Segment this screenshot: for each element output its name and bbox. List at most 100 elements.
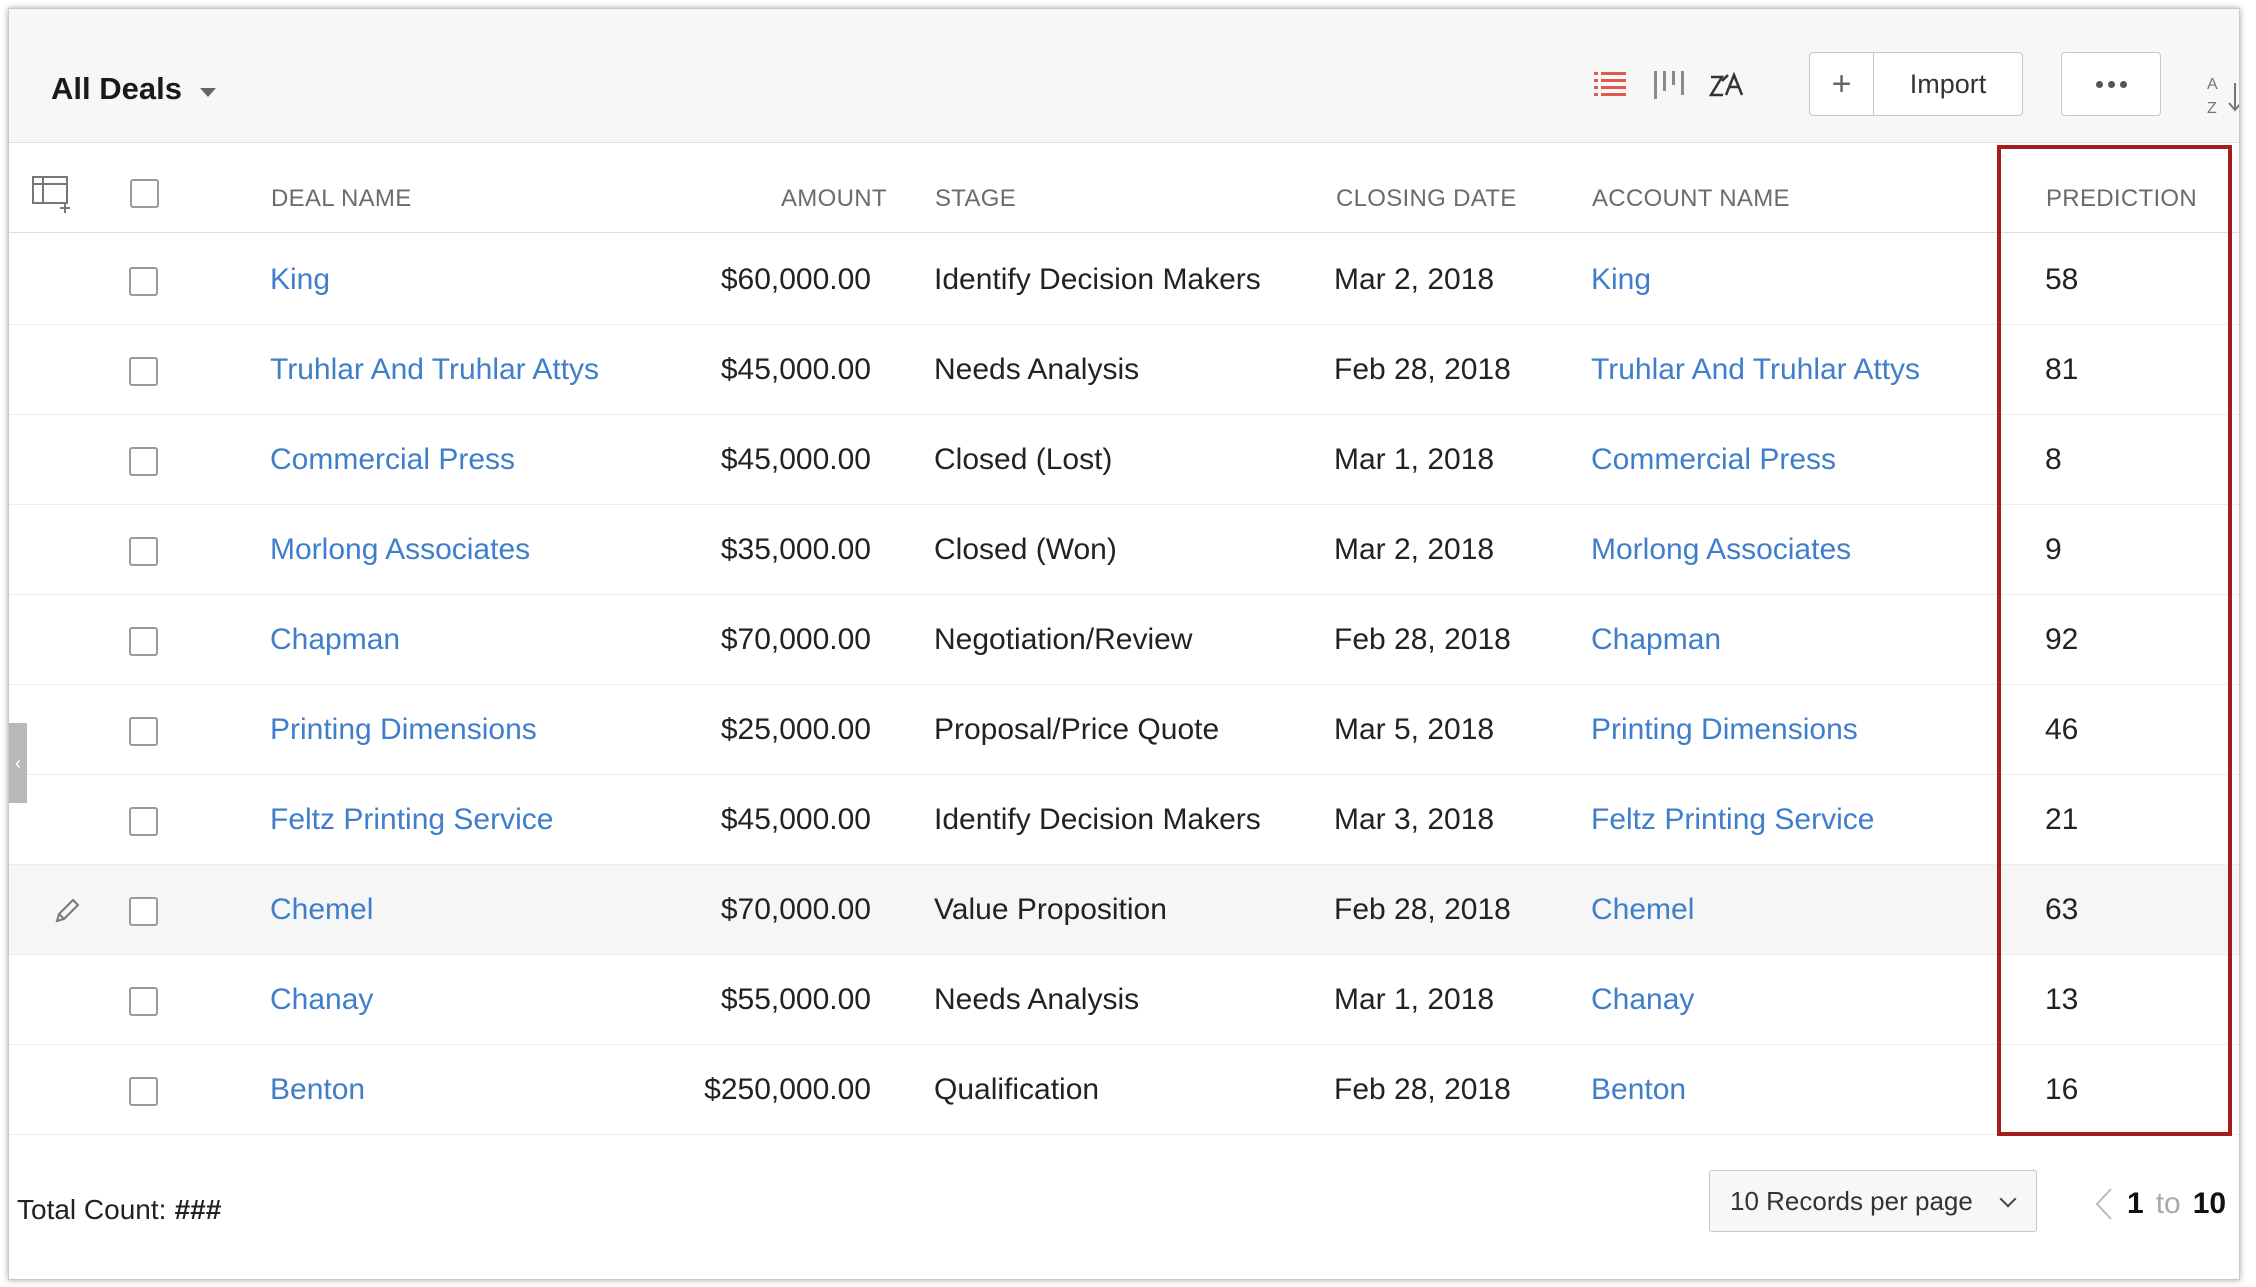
stage-cell: Negotiation/Review	[934, 623, 1193, 656]
amount-cell: $250,000.00	[704, 1073, 871, 1106]
column-settings-icon[interactable]	[31, 173, 75, 213]
more-options-button[interactable]	[2061, 52, 2161, 116]
row-checkbox[interactable]	[129, 807, 158, 836]
stage-cell: Needs Analysis	[934, 353, 1140, 386]
select-all-checkbox[interactable]	[130, 179, 159, 208]
account-name-link[interactable]: King	[1591, 263, 1651, 297]
view-selector-label: All Deals	[51, 71, 182, 106]
deal-name-link[interactable]: King	[270, 263, 330, 297]
row-checkbox[interactable]	[129, 447, 158, 476]
row-checkbox[interactable]	[129, 537, 158, 566]
table-row[interactable]: Morlong Associates $35,000.00 Closed (Won)…	[9, 505, 2239, 595]
row-checkbox[interactable]	[129, 987, 158, 1016]
account-name-link[interactable]: Morlong Associates	[1591, 533, 1851, 567]
deal-name-link[interactable]: Printing Dimensions	[270, 713, 537, 747]
account-name-link[interactable]: Benton	[1591, 1073, 1686, 1107]
stage-cell: Value Proposition	[934, 893, 1167, 926]
closing-date-cell: Mar 1, 2018	[1334, 983, 1495, 1016]
table-row[interactable]: Printing Dimensions $25,000.00 Proposal/Pr…	[9, 685, 2239, 775]
row-checkbox[interactable]	[129, 267, 158, 296]
row-checkbox[interactable]	[129, 627, 158, 656]
amount-cell: $55,000.00	[720, 983, 871, 1016]
import-button[interactable]: Import	[1874, 53, 2022, 115]
closing-date-cell: Feb 28, 2018	[1334, 1073, 1511, 1106]
account-name-link[interactable]: Chapman	[1591, 623, 1721, 657]
deal-name-link[interactable]: Commercial Press	[270, 443, 515, 477]
amount-cell: $70,000.00	[720, 623, 871, 656]
stage-cell: Closed (Won)	[934, 533, 1117, 566]
kanban-view-icon[interactable]	[1650, 67, 1686, 103]
svg-text:Z: Z	[2207, 100, 2217, 117]
deal-name-link[interactable]: Benton	[270, 1073, 365, 1107]
chevron-left-icon: ‹	[15, 752, 21, 773]
deal-name-link[interactable]: Chapman	[270, 623, 400, 657]
amount-cell: $45,000.00	[720, 803, 871, 836]
stage-cell: Qualification	[934, 1073, 1100, 1106]
table-row[interactable]: Truhlar And Truhlar Attys $45,000.00 Needs…	[9, 325, 2239, 415]
closing-date-cell: Mar 2, 2018	[1334, 533, 1495, 566]
table-header: DEAL NAME AMOUNT STAGE CLOSING DATE ACCO…	[9, 143, 2239, 233]
table-row[interactable]: Chanay $55,000.00 Needs Analysis Mar 1, 201…	[9, 955, 2239, 1045]
stage-cell: Identify Decision Makers	[934, 803, 1261, 836]
deal-name-link[interactable]: Truhlar And Truhlar Attys	[270, 353, 599, 387]
account-name-link[interactable]: Commercial Press	[1591, 443, 1836, 477]
page-to: 10	[2192, 1187, 2227, 1220]
account-name-link[interactable]: Feltz Printing Service	[1591, 803, 1874, 837]
deal-name-link[interactable]: Feltz Printing Service	[270, 803, 553, 837]
row-checkbox[interactable]	[129, 1077, 158, 1106]
header-amount[interactable]: AMOUNT	[781, 185, 887, 213]
deals-list-window: All Deals + Import A Z DEAL NAME AMOUNT …	[8, 8, 2240, 1280]
table-row[interactable]: Chemel $70,000.00 Value Proposition Feb 28,…	[9, 865, 2239, 955]
closing-date-cell: Feb 28, 2018	[1334, 893, 1511, 926]
row-checkbox[interactable]	[129, 357, 158, 386]
add-deal-button[interactable]: +	[1810, 53, 1874, 115]
view-selector[interactable]: All Deals	[51, 71, 216, 107]
next-page-icon[interactable]	[2238, 1187, 2240, 1221]
records-per-page-value: 10 Records per page	[1730, 1185, 1973, 1216]
table-row[interactable]: Chapman $70,000.00 Negotiation/Review Feb 2…	[9, 595, 2239, 685]
more-dots-icon	[2095, 80, 2103, 88]
edit-pencil-icon[interactable]	[51, 895, 83, 927]
amount-cell: $25,000.00	[720, 713, 871, 746]
account-name-link[interactable]: Printing Dimensions	[1591, 713, 1858, 747]
amount-cell: $60,000.00	[720, 263, 871, 296]
deal-name-link[interactable]: Chemel	[270, 893, 373, 927]
amount-cell: $35,000.00	[720, 533, 871, 566]
sidebar-toggle[interactable]: ‹	[9, 723, 27, 803]
view-switcher	[1592, 67, 1744, 103]
row-checkbox[interactable]	[129, 717, 158, 746]
table-row[interactable]: King $60,000.00 Identify Decision Makers Ma…	[9, 235, 2239, 325]
zia-icon[interactable]	[1708, 67, 1744, 103]
chevron-down-icon	[199, 87, 216, 97]
pagination: 1 to 10	[2093, 1187, 2240, 1221]
stage-cell: Closed (Lost)	[934, 443, 1113, 476]
chevron-down-icon	[1999, 1190, 2017, 1208]
records-per-page-select[interactable]: 10 Records per page	[1709, 1170, 2037, 1232]
total-count: Total Count: ###	[17, 1194, 221, 1226]
list-view-icon[interactable]	[1592, 67, 1628, 103]
amount-cell: $70,000.00	[720, 893, 871, 926]
deal-name-link[interactable]: Morlong Associates	[270, 533, 530, 567]
table-row[interactable]: Commercial Press $45,000.00 Closed (Lost) M…	[9, 415, 2239, 505]
table-row[interactable]: Feltz Printing Service $45,000.00 Identify…	[9, 775, 2239, 865]
table-row[interactable]: Benton $250,000.00 Qualification Feb 28, 20…	[9, 1045, 2239, 1135]
header-account-name[interactable]: ACCOUNT NAME	[1592, 185, 1790, 213]
stage-cell: Needs Analysis	[934, 983, 1140, 1016]
account-name-link[interactable]: Chemel	[1591, 893, 1694, 927]
row-checkbox[interactable]	[129, 897, 158, 926]
amount-cell: $45,000.00	[720, 353, 871, 386]
page-from: 1	[2127, 1187, 2144, 1220]
prev-page-icon[interactable]	[2093, 1187, 2115, 1221]
closing-date-cell: Mar 5, 2018	[1334, 713, 1495, 746]
header-deal-name[interactable]: DEAL NAME	[271, 185, 412, 213]
more-dot	[2107, 80, 2115, 88]
deal-name-link[interactable]: Chanay	[270, 983, 373, 1017]
total-count-label: Total Count:	[17, 1194, 167, 1225]
account-name-link[interactable]: Chanay	[1591, 983, 1694, 1017]
sort-az-icon[interactable]: A Z	[2205, 73, 2239, 119]
header-closing-date[interactable]: CLOSING DATE	[1336, 185, 1517, 213]
closing-date-cell: Mar 2, 2018	[1334, 263, 1495, 296]
account-name-link[interactable]: Truhlar And Truhlar Attys	[1591, 353, 1920, 387]
more-dot	[2119, 80, 2127, 88]
header-stage[interactable]: STAGE	[935, 185, 1016, 213]
